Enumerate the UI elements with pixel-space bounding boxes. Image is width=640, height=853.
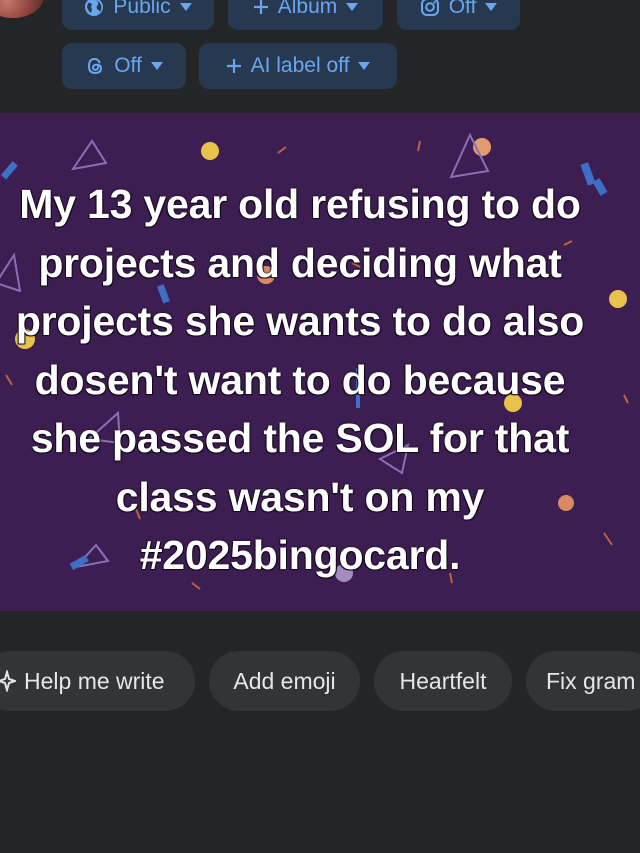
avatar	[0, 0, 44, 18]
threads-share-toggle[interactable]: Off	[62, 43, 186, 89]
chevron-down-icon	[346, 3, 359, 11]
chevron-down-icon	[485, 3, 498, 11]
instagram-share-toggle[interactable]: Off	[397, 0, 520, 30]
ai-label-text: AI label off	[250, 54, 350, 77]
instagram-label: Off	[448, 0, 477, 18]
privacy-selector[interactable]: Public	[62, 0, 214, 30]
composer-screen: Public Album Off Off AI label off My 13 …	[0, 0, 640, 853]
instagram-icon	[420, 0, 440, 17]
help-me-write-chip[interactable]: Help me write	[0, 651, 195, 711]
album-selector[interactable]: Album	[228, 0, 383, 30]
heartfelt-label: Heartfelt	[399, 667, 487, 694]
fix-grammar-chip[interactable]: Fix gram	[526, 651, 640, 711]
post-text-area[interactable]: My 13 year old refusing to do projects a…	[0, 113, 640, 611]
heartfelt-chip[interactable]: Heartfelt	[374, 651, 512, 711]
globe-icon	[84, 0, 104, 17]
chevron-down-icon	[179, 3, 192, 11]
threads-icon	[85, 56, 105, 76]
add-emoji-label: Add emoji	[233, 667, 336, 694]
fix-grammar-label: Fix gram	[546, 667, 636, 694]
chevron-down-icon	[150, 62, 163, 70]
ai-label-selector[interactable]: AI label off	[199, 43, 397, 89]
plus-icon	[226, 58, 242, 74]
help-me-write-label: Help me write	[24, 667, 165, 694]
post-text: My 13 year old refusing to do projects a…	[15, 181, 585, 578]
album-label: Album	[277, 0, 338, 18]
threads-label: Off	[114, 54, 142, 77]
plus-icon	[253, 0, 269, 15]
add-emoji-chip[interactable]: Add emoji	[209, 651, 360, 711]
chevron-down-icon	[358, 62, 371, 70]
privacy-label: Public	[113, 0, 171, 18]
sparkle-icon	[0, 670, 16, 692]
